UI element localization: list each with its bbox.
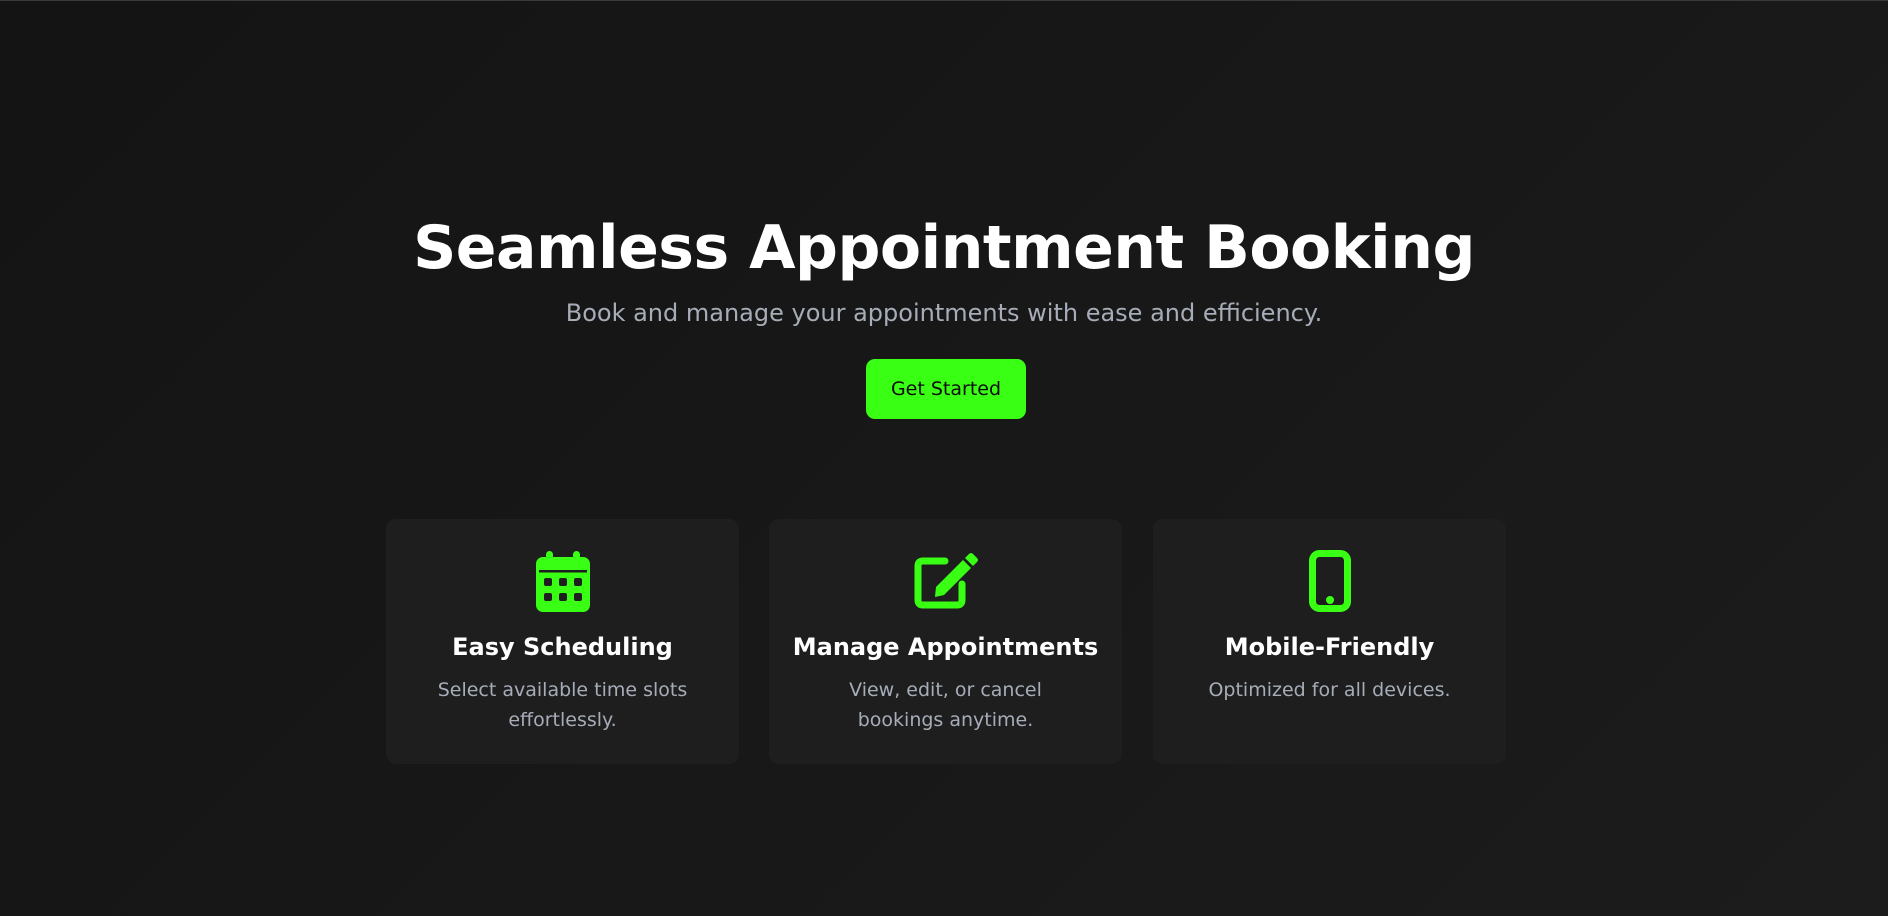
feature-card-manage-appointments: Manage Appointments View, edit, or cance… <box>769 519 1122 764</box>
feature-card-mobile-friendly: Mobile-Friendly Optimized for all device… <box>1153 519 1506 764</box>
mobile-phone-icon <box>1153 549 1506 613</box>
hero-subtitle: Book and manage your appointments with e… <box>565 299 1323 327</box>
feature-title: Manage Appointments <box>792 633 1099 661</box>
edit-icon <box>769 549 1122 613</box>
get-started-button[interactable]: Get Started <box>866 359 1026 419</box>
feature-card-easy-scheduling: Easy Scheduling Select available time sl… <box>386 519 739 764</box>
feature-title: Easy Scheduling <box>452 633 673 661</box>
hero-title: Seamless Appointment Booking <box>413 213 1475 283</box>
feature-description: View, edit, or cancel bookings anytime. <box>849 679 1042 731</box>
feature-description: Select available time slots effortlessly… <box>437 679 688 731</box>
feature-title: Mobile-Friendly <box>1224 633 1435 661</box>
feature-description: Optimized for all devices. <box>1208 679 1451 701</box>
calendar-icon <box>386 549 739 613</box>
top-border <box>0 0 1888 1</box>
